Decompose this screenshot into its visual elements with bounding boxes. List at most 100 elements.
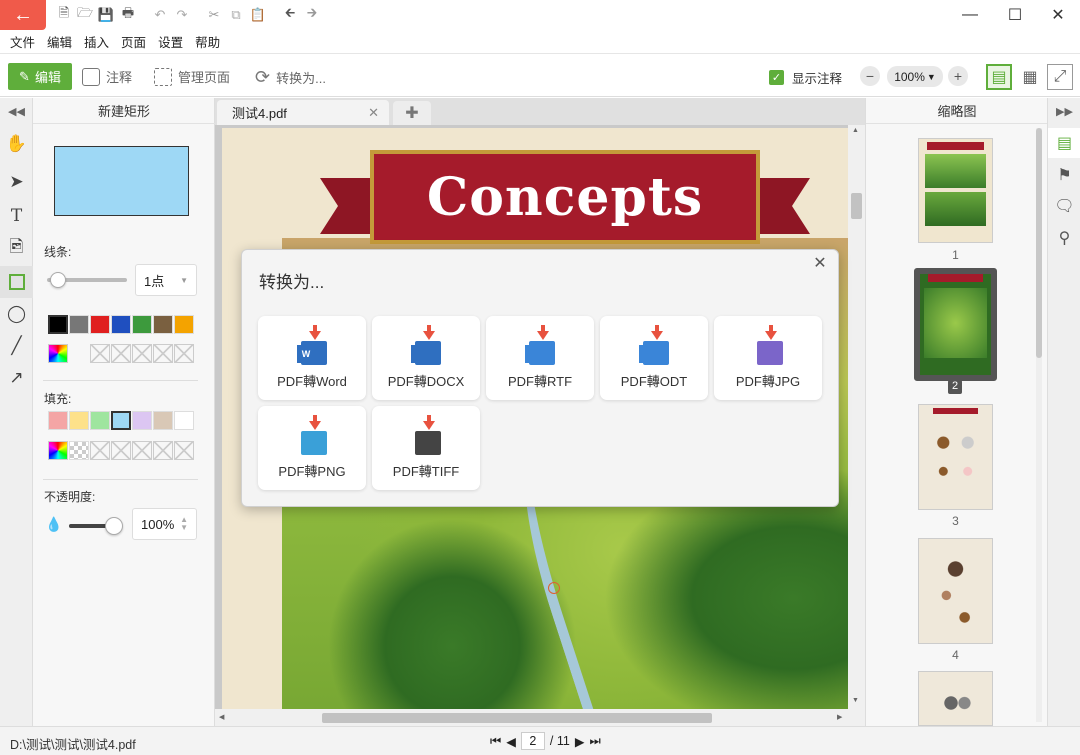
scroll-down-icon[interactable]: ▼ [852,697,859,704]
close-window-button[interactable]: ✕ [1046,4,1070,26]
line-color-swatch[interactable] [90,315,110,334]
nav-forward-icon[interactable]: 🡲 [304,5,320,23]
menu-file[interactable]: 文件 [10,32,35,51]
checkbox-checked-icon[interactable]: ✓ [769,70,784,85]
manage-pages-button[interactable]: 管理页面 [154,67,230,86]
nav-back-icon[interactable]: 🡰 [282,5,298,23]
fill-color-swatch[interactable] [153,411,173,430]
search-icon[interactable]: ⚲ [1048,223,1080,253]
minimize-button[interactable]: — [958,4,982,26]
undo-icon[interactable]: ↶ [152,7,168,23]
zoom-select[interactable]: 100% ▼ [887,66,943,87]
fill-color-swatch[interactable] [111,411,131,430]
fill-color-swatch[interactable] [48,411,68,430]
prev-page-icon[interactable]: ◀ [506,734,516,749]
line-color-swatch[interactable] [174,315,194,334]
convert-option[interactable]: W PDF轉Word [258,316,366,400]
scroll-thumb[interactable] [851,193,862,219]
tab-document[interactable]: 测试4.pdf ✕ [217,100,389,125]
cut-icon[interactable]: ✂ [206,7,222,23]
arrow-tool-icon[interactable]: ↗ [0,362,33,394]
close-tab-icon[interactable]: ✕ [368,105,379,121]
scroll-thumb[interactable] [1036,128,1042,358]
empty-swatch[interactable] [153,441,173,460]
thumbnails-panel-icon[interactable]: ▤ [1048,128,1080,158]
convert-option[interactable]: PDF轉ODT [600,316,708,400]
print-icon[interactable]: 🖶 [120,5,136,23]
collapse-right-icon[interactable]: ▶▶ [1048,98,1080,124]
opacity-slider[interactable] [69,517,123,535]
convert-option[interactable]: PDF轉DOCX [372,316,480,400]
line-color-swatch[interactable] [132,315,152,334]
menu-help[interactable]: 帮助 [195,32,220,51]
single-page-view-icon[interactable]: ▤ [986,64,1012,90]
open-folder-icon[interactable]: 🗁 [77,5,93,23]
slider-knob[interactable] [105,517,123,535]
convert-option[interactable]: PDF轉RTF [486,316,594,400]
image-tool-icon[interactable]: 🖻 [0,232,33,264]
rectangle-tool-icon[interactable] [0,266,33,298]
maximize-button[interactable]: ☐ [1003,4,1027,26]
convert-button[interactable]: ⟳ 转换为... [255,67,326,88]
comments-icon[interactable]: 🗨 [1048,191,1080,221]
empty-swatch[interactable] [174,344,194,363]
thumbnail-scrollbar[interactable] [1036,128,1042,722]
bookmark-icon[interactable]: ⚑ [1048,160,1080,190]
close-dialog-icon[interactable]: ✕ [810,253,830,273]
menu-edit[interactable]: 编辑 [47,32,72,51]
scroll-right-icon[interactable]: ▶ [837,713,842,721]
edit-mode-button[interactable]: ✎ 编辑 [8,63,72,90]
fill-color-swatch[interactable] [132,411,152,430]
next-page-icon[interactable]: ▶ [575,734,585,749]
select-arrow-icon[interactable]: ➤ [0,166,33,198]
spinner-icon[interactable]: ▲ ▼ [180,516,188,532]
first-page-icon[interactable]: ⏮ [490,734,501,749]
empty-swatch[interactable] [111,344,131,363]
thumbnail-page-1[interactable] [918,138,993,243]
fill-color-swatch[interactable] [90,411,110,430]
convert-option[interactable]: PDF轉PNG [258,406,366,490]
line-width-select[interactable]: 1点 ▼ [135,264,197,296]
thumbnail-page-3[interactable] [918,404,993,510]
redo-icon[interactable]: ↷ [174,7,190,23]
empty-swatch[interactable] [90,344,110,363]
vertical-scrollbar[interactable]: ▲ ▼ [848,125,865,726]
page-number-input[interactable]: 2 [520,732,545,750]
scroll-thumb[interactable] [322,713,712,723]
line-color-swatch[interactable] [111,315,131,334]
fullscreen-icon[interactable]: ⤢ [1047,64,1073,90]
annotate-button[interactable]: 注释 [82,67,132,86]
transparent-swatch[interactable] [69,441,89,460]
line-color-swatch[interactable] [69,315,89,334]
copy-icon[interactable]: ⧉ [228,7,244,23]
horizontal-scrollbar[interactable]: ◀ ▶ [215,709,848,726]
zoom-out-button[interactable]: − [860,66,880,86]
opacity-input[interactable]: 100% ▲ ▼ [132,508,197,540]
grid-view-icon[interactable]: ▦ [1017,64,1043,90]
slider-knob[interactable] [50,272,67,288]
empty-swatch[interactable] [153,344,173,363]
fill-color-swatch[interactable] [69,411,89,430]
scroll-up-icon[interactable]: ▲ [852,127,859,134]
line-color-swatch[interactable] [153,315,173,334]
menu-settings[interactable]: 设置 [158,32,183,51]
text-tool-icon[interactable]: T [0,200,33,232]
empty-swatch[interactable] [111,441,131,460]
convert-option[interactable]: PDF轉TIFF [372,406,480,490]
thumbnail-page-5[interactable] [918,671,993,726]
show-notes-toggle[interactable]: ✓ 显示注释 [769,68,842,87]
menu-insert[interactable]: 插入 [84,32,109,51]
last-page-icon[interactable]: ⏭ [589,734,600,749]
line-width-slider[interactable] [47,272,127,288]
save-icon[interactable]: 💾 [98,7,114,23]
empty-swatch[interactable] [132,344,152,363]
new-tab-button[interactable]: ✚ [393,101,431,125]
convert-option[interactable]: PDF轉JPG [714,316,822,400]
back-button[interactable]: ← [0,0,46,30]
scroll-left-icon[interactable]: ◀ [219,713,224,721]
empty-swatch[interactable] [90,441,110,460]
thumbnail-page-2-selected[interactable] [914,268,997,381]
empty-swatch[interactable] [132,441,152,460]
color-picker-icon[interactable] [48,344,68,363]
thumbnail-page-4[interactable] [918,538,993,644]
